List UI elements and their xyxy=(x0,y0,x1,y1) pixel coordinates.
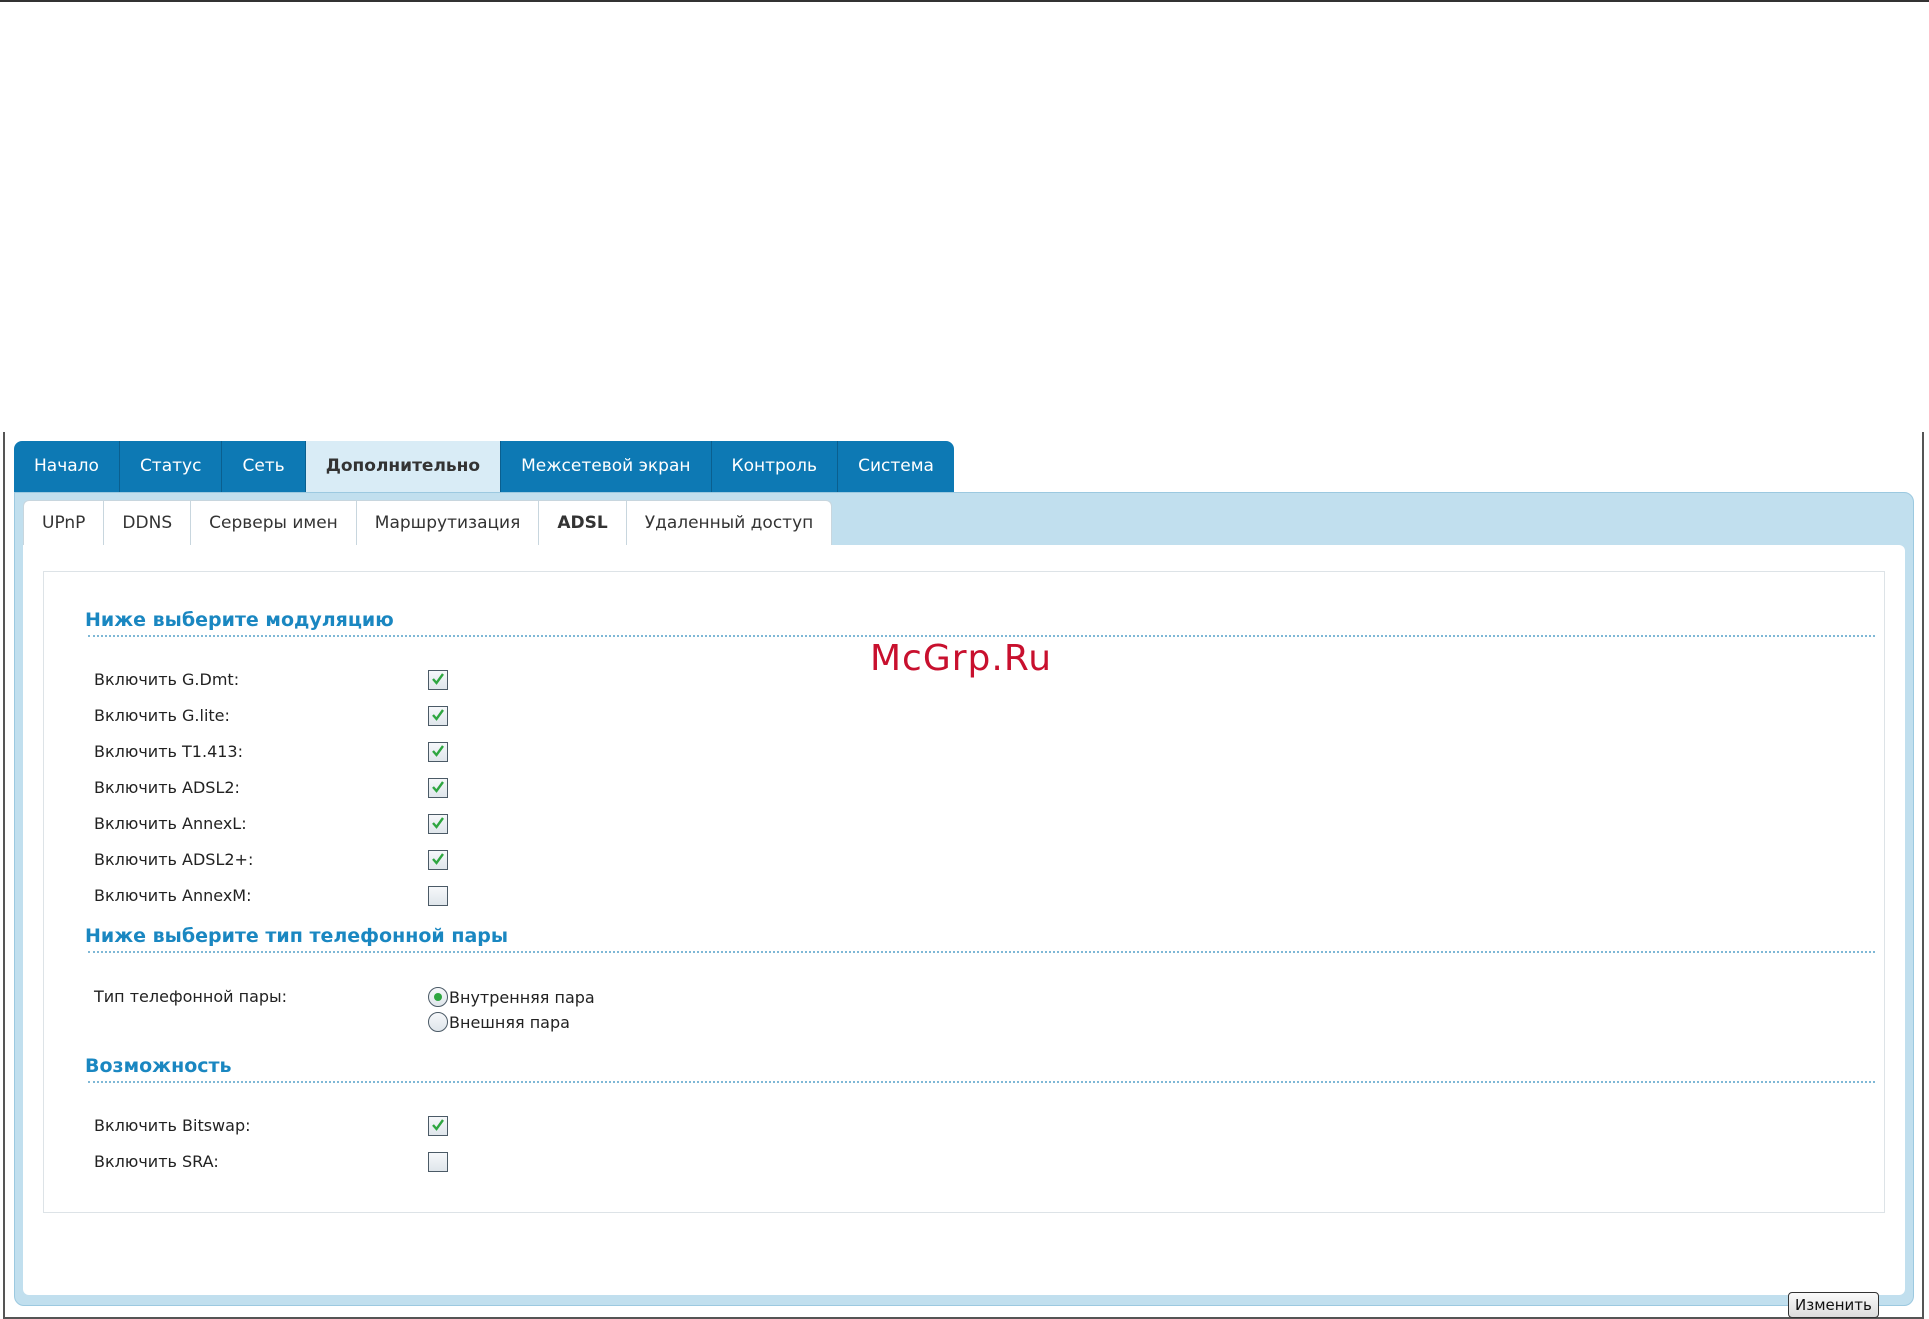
settings-panel: UPnP DDNS Серверы имен Маршрутизация ADS… xyxy=(14,492,1914,1318)
annexm-label: Включить AnnexM: xyxy=(94,886,252,905)
tab-status[interactable]: Статус xyxy=(119,441,223,492)
change-button[interactable]: Изменить xyxy=(1788,1292,1879,1318)
inner-pair-label: Внутренняя пара xyxy=(449,988,595,1007)
section-divider xyxy=(88,951,1875,953)
glite-label: Включить G.lite: xyxy=(94,706,230,725)
subtab-adsl[interactable]: ADSL xyxy=(538,500,627,545)
tab-network[interactable]: Сеть xyxy=(222,441,306,492)
annexl-label: Включить AnnexL: xyxy=(94,814,247,833)
capability-section-title: Возможность xyxy=(85,1055,232,1077)
subtab-remote-access[interactable]: Удаленный доступ xyxy=(625,500,833,545)
sra-checkbox[interactable] xyxy=(428,1152,448,1172)
gdmt-checkbox[interactable] xyxy=(428,670,448,690)
tab-home[interactable]: Начало xyxy=(14,441,120,492)
sra-label: Включить SRA: xyxy=(94,1152,219,1171)
radio-selected-dot xyxy=(434,993,442,1001)
bitswap-label: Включить Bitswap: xyxy=(94,1116,251,1135)
adsl2plus-label: Включить ADSL2+: xyxy=(94,850,254,869)
bitswap-checkbox[interactable] xyxy=(428,1116,448,1136)
line-type-label: Тип телефонной пары: xyxy=(94,987,288,1006)
subtab-routing[interactable]: Маршрутизация xyxy=(355,500,540,545)
subtab-dns-servers[interactable]: Серверы имен xyxy=(190,500,357,545)
tab-control[interactable]: Контроль xyxy=(711,441,839,492)
watermark: McGrp.Ru xyxy=(870,638,1053,679)
main-nav: Начало Статус Сеть Дополнительно Межсете… xyxy=(14,441,954,492)
t1413-checkbox[interactable] xyxy=(428,742,448,762)
t1413-label: Включить T1.413: xyxy=(94,742,243,761)
tab-firewall[interactable]: Межсетевой экран xyxy=(501,441,712,492)
gdmt-label: Включить G.Dmt: xyxy=(94,670,240,689)
tab-system[interactable]: Система xyxy=(838,441,954,492)
outer-pair-label: Внешняя пара xyxy=(449,1013,570,1032)
subtab-ddns[interactable]: DDNS xyxy=(103,500,192,545)
section-divider xyxy=(88,635,1875,637)
adsl2-label: Включить ADSL2: xyxy=(94,778,240,797)
inner-pair-radio[interactable] xyxy=(428,987,448,1007)
line-type-section-title: Ниже выберите тип телефонной пары xyxy=(85,925,509,947)
outer-pair-radio[interactable] xyxy=(428,1012,448,1032)
top-border xyxy=(0,0,1929,2)
frame-border-right xyxy=(1922,432,1924,1319)
section-divider xyxy=(88,1081,1875,1083)
sub-nav: UPnP DDNS Серверы имен Маршрутизация ADS… xyxy=(23,500,833,545)
frame-border-left xyxy=(3,432,5,1319)
annexl-checkbox[interactable] xyxy=(428,814,448,834)
glite-checkbox[interactable] xyxy=(428,706,448,726)
adsl2-checkbox[interactable] xyxy=(428,778,448,798)
modulation-section-title: Ниже выберите модуляцию xyxy=(85,609,394,631)
tab-advanced[interactable]: Дополнительно xyxy=(305,441,502,492)
annexm-checkbox[interactable] xyxy=(428,886,448,906)
adsl2plus-checkbox[interactable] xyxy=(428,850,448,870)
subtab-upnp[interactable]: UPnP xyxy=(23,500,105,545)
